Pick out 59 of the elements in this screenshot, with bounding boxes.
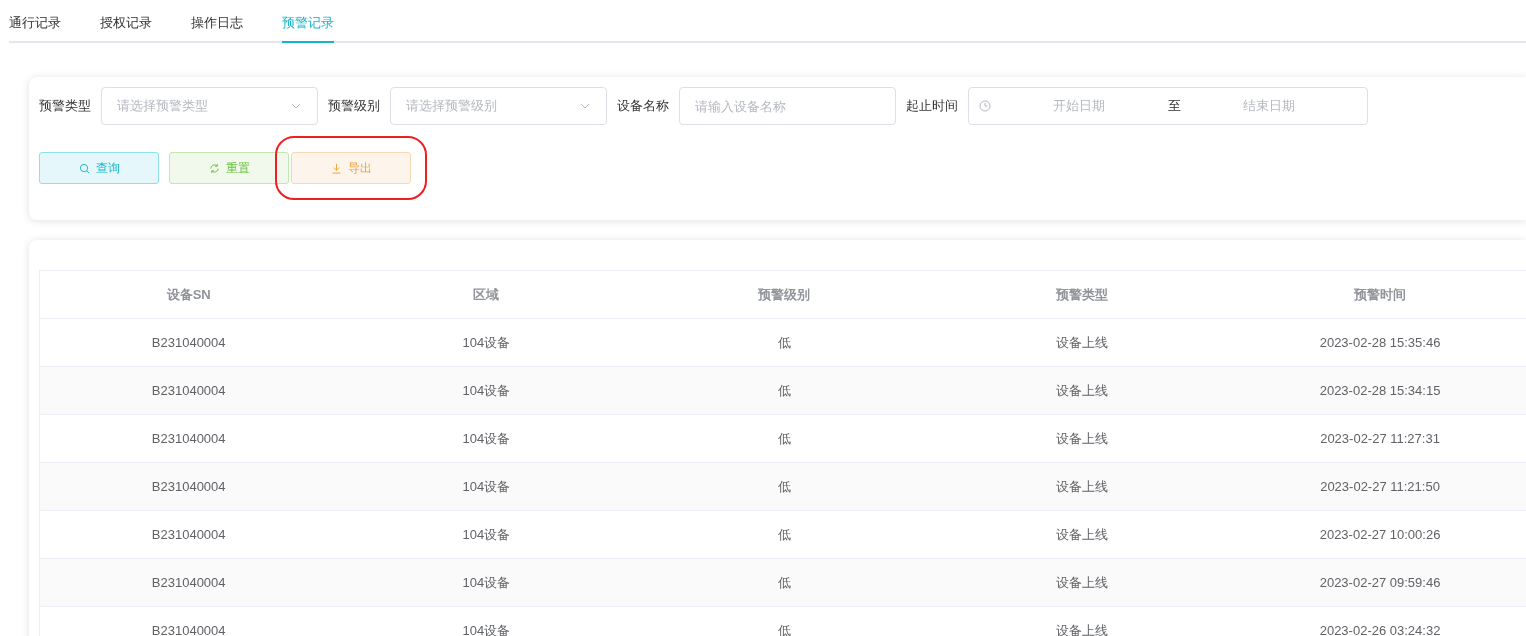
export-button[interactable]: 导出 [291,152,411,184]
clock-icon [979,100,991,112]
table-cell: 104设备 [337,318,636,367]
table-cell: B231040004 [39,558,338,607]
table-cell: 设备上线 [933,462,1232,511]
table-cell: 2023-02-27 11:27:31 [1231,414,1526,463]
table-cell: 2023-02-27 10:00:26 [1231,510,1526,559]
field-label: 预警级别 [328,97,380,115]
table-cell: 低 [635,414,934,463]
table-cell: 低 [635,318,934,367]
table-cell: 104设备 [337,462,636,511]
table-cell: 104设备 [337,606,636,636]
table-cell: 104设备 [337,414,636,463]
table-cell: 低 [635,558,934,607]
select-field[interactable]: 请选择预警类型 [101,87,318,125]
table-cell: 104设备 [337,558,636,607]
table-cell: B231040004 [39,606,338,636]
refresh-icon [208,162,220,174]
column-header: 预警时间 [1231,270,1526,319]
field-label: 预警类型 [39,97,91,115]
field-label: 起止时间 [906,97,958,115]
table-cell: 低 [635,510,934,559]
table-cell: 设备上线 [933,558,1232,607]
search-button[interactable]: 查询 [39,152,159,184]
table-cell: 2023-02-26 03:24:32 [1231,606,1526,636]
tab[interactable]: 操作日志 [191,0,243,43]
download-icon [330,162,342,174]
table-cell: B231040004 [39,462,338,511]
field-label: 设备名称 [617,97,669,115]
table-cell: 104设备 [337,366,636,415]
tab[interactable]: 授权记录 [100,0,152,43]
table-cell: B231040004 [39,510,338,559]
search-icon [78,162,90,174]
select-field[interactable]: 请选择预警级别 [390,87,607,125]
table-cell: 低 [635,366,934,415]
input-field[interactable]: 请输入设备名称 [679,87,896,125]
table-cell: B231040004 [39,366,338,415]
table-cell: 2023-02-27 09:59:46 [1231,558,1526,607]
column-header: 区域 [337,270,636,319]
table-cell: 设备上线 [933,414,1232,463]
table-cell: 低 [635,462,934,511]
table-cell: 设备上线 [933,510,1232,559]
tab[interactable]: 通行记录 [9,0,61,43]
table-cell: 设备上线 [933,606,1232,636]
column-header: 预警类型 [933,270,1232,319]
table-cell: 2023-02-28 15:35:46 [1231,318,1526,367]
table-cell: 低 [635,606,934,636]
table-cell: B231040004 [39,318,338,367]
column-header: 预警级别 [635,270,934,319]
date-range-field[interactable]: 开始日期 至 结束日期 [968,87,1368,125]
table-cell: 设备上线 [933,366,1232,415]
reset-button[interactable]: 重置 [169,152,289,184]
table-cell: B231040004 [39,414,338,463]
table-cell: 设备上线 [933,318,1232,367]
tab[interactable]: 预警记录 [282,0,334,43]
table-cell: 104设备 [337,510,636,559]
column-header: 设备SN [39,270,338,319]
table-cell: 2023-02-27 11:21:50 [1231,462,1526,511]
table-cell: 2023-02-28 15:34:15 [1231,366,1526,415]
